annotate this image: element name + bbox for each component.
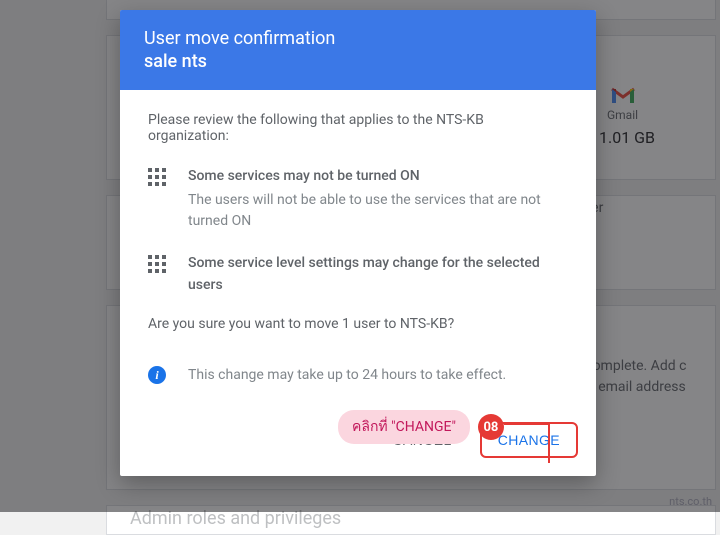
dialog-intro-text: Please review the following that applies…: [148, 112, 568, 144]
item-text: Some services may not be turned ON The u…: [188, 166, 568, 233]
callout-step-number: 08: [478, 414, 504, 440]
dialog-header: User move confirmation sale nts: [120, 10, 596, 90]
callout-label: คลิกที่ "CHANGE": [338, 410, 470, 444]
annotation-callout: คลิกที่ "CHANGE" 08: [338, 410, 504, 444]
item-heading: Some services may not be turned ON: [188, 166, 568, 188]
item-text: Some service level settings may change f…: [188, 253, 568, 296]
dialog-subtitle: sale nts: [144, 51, 572, 72]
user-move-confirmation-dialog: User move confirmation sale nts Please r…: [120, 10, 596, 476]
dialog-list-item: Some services may not be turned ON The u…: [148, 166, 568, 233]
confirm-question: Are you sure you want to move 1 user to …: [148, 316, 568, 332]
item-sub: The users will not be able to use the se…: [188, 190, 568, 233]
item-heading: Some service level settings may change f…: [188, 253, 568, 296]
dialog-body: Please review the following that applies…: [120, 90, 596, 412]
apps-grid-icon: [148, 168, 166, 186]
info-text: This change may take up to 24 hours to t…: [188, 367, 506, 383]
apps-grid-icon: [148, 255, 166, 273]
info-icon: i: [148, 366, 166, 384]
dialog-list-item: Some service level settings may change f…: [148, 253, 568, 296]
dialog-title: User move confirmation: [144, 28, 572, 49]
info-row: i This change may take up to 24 hours to…: [148, 366, 568, 384]
